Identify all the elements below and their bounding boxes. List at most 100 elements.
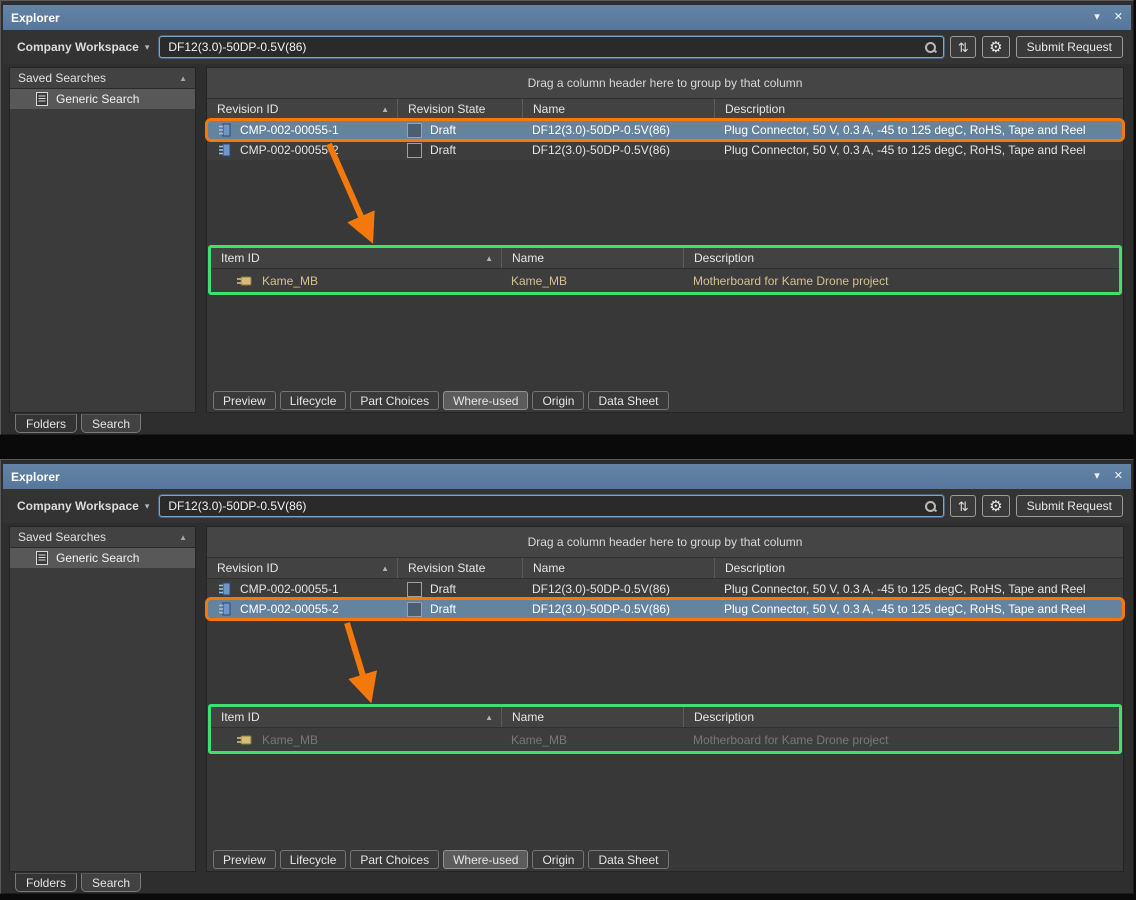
column-header-name[interactable]: Name [522, 99, 714, 119]
submit-request-button[interactable]: Submit Request [1016, 495, 1123, 517]
tab-where-used[interactable]: Where-used [443, 850, 528, 869]
collapse-icon[interactable]: ▲ [179, 74, 187, 83]
saved-searches-header[interactable]: Saved Searches ▲ [10, 527, 195, 548]
tab-folders[interactable]: Folders [15, 873, 77, 892]
column-header-revision-id[interactable]: Revision ID▲ [207, 558, 397, 578]
where-used-row[interactable]: Kame_MB Kame_MB Motherboard for Kame Dro… [211, 269, 1119, 292]
checkbox[interactable] [407, 582, 422, 597]
close-icon[interactable]: ✕ [1114, 471, 1123, 482]
search-input[interactable] [168, 40, 924, 54]
tab-lifecycle[interactable]: Lifecycle [280, 850, 347, 869]
search-icon[interactable] [924, 500, 937, 513]
chevron-down-icon[interactable]: ▾ [145, 42, 150, 53]
column-header-name[interactable]: Name [522, 558, 714, 578]
where-used-table: Item ID▲ Name Description Kame_MB Kame_M… [208, 704, 1122, 754]
sort-asc-icon: ▲ [485, 713, 493, 722]
tab-origin[interactable]: Origin [532, 850, 584, 869]
panel-title: Explorer [11, 470, 60, 484]
saved-searches-header[interactable]: Saved Searches ▲ [10, 68, 195, 89]
tab-preview[interactable]: Preview [213, 391, 276, 410]
component-icon [219, 143, 232, 157]
component-icon [219, 602, 232, 616]
tab-origin[interactable]: Origin [532, 391, 584, 410]
checkbox[interactable] [407, 123, 422, 138]
tab-data-sheet[interactable]: Data Sheet [588, 391, 668, 410]
group-by-bar[interactable]: Drag a column header here to group by th… [207, 527, 1123, 558]
board-icon [237, 275, 252, 287]
component-icon [219, 582, 232, 596]
sidebar-tabs: Folders Search [15, 873, 141, 892]
sync-icon: ⇅ [958, 41, 969, 54]
sidebar-tabs: Folders Search [15, 414, 141, 433]
toolbar: Company Workspace ▾ ⇅ ⚙ Submit Request [3, 30, 1131, 64]
document-icon [36, 92, 48, 106]
gear-icon: ⚙ [989, 40, 1002, 55]
revision-row-selected[interactable]: CMP-002-00055-2 Draft DF12(3.0)-50DP-0.5… [207, 599, 1123, 619]
submit-request-button[interactable]: Submit Request [1016, 36, 1123, 58]
gear-icon: ⚙ [989, 499, 1002, 514]
search-box[interactable] [159, 495, 944, 517]
column-header-name[interactable]: Name [501, 248, 683, 268]
panel-titlebar[interactable]: Explorer ▾ ✕ [3, 5, 1131, 30]
panel-menu-icon[interactable]: ▾ [1094, 471, 1100, 482]
revisions-header: Revision ID▲ Revision State Name Descrip… [207, 558, 1123, 579]
search-box[interactable] [159, 36, 944, 58]
tab-part-choices[interactable]: Part Choices [350, 850, 439, 869]
explorer-panel-top: Explorer ▾ ✕ Company Workspace ▾ ⇅ ⚙ Sub… [0, 0, 1134, 435]
tab-search[interactable]: Search [81, 873, 141, 892]
detail-tabs: Preview Lifecycle Part Choices Where-use… [213, 391, 669, 410]
refresh-button[interactable]: ⇅ [950, 495, 976, 517]
column-header-description[interactable]: Description [714, 99, 1123, 119]
column-header-description[interactable]: Description [683, 248, 1119, 268]
sort-asc-icon: ▲ [381, 105, 389, 114]
search-results-area: Drag a column header here to group by th… [206, 67, 1124, 413]
panel-menu-icon[interactable]: ▾ [1094, 12, 1100, 23]
revisions-header: Revision ID▲ Revision State Name Descrip… [207, 99, 1123, 120]
saved-searches-sidebar: Saved Searches ▲ Generic Search [9, 526, 196, 872]
column-header-name[interactable]: Name [501, 707, 683, 727]
tab-part-choices[interactable]: Part Choices [350, 391, 439, 410]
checkbox[interactable] [407, 602, 422, 617]
refresh-button[interactable]: ⇅ [950, 36, 976, 58]
column-header-item-id[interactable]: Item ID▲ [211, 707, 501, 727]
tab-where-used[interactable]: Where-used [443, 391, 528, 410]
revision-row[interactable]: CMP-002-00055-1 Draft DF12(3.0)-50DP-0.5… [207, 579, 1123, 599]
sidebar-item-generic-search[interactable]: Generic Search [10, 548, 195, 568]
column-header-description[interactable]: Description [714, 558, 1123, 578]
collapse-icon[interactable]: ▲ [179, 533, 187, 542]
detail-tabs: Preview Lifecycle Part Choices Where-use… [213, 850, 669, 869]
tab-search[interactable]: Search [81, 414, 141, 433]
column-header-revision-state[interactable]: Revision State [397, 558, 522, 578]
tab-data-sheet[interactable]: Data Sheet [588, 850, 668, 869]
saved-searches-sidebar: Saved Searches ▲ Generic Search [9, 67, 196, 413]
group-by-bar[interactable]: Drag a column header here to group by th… [207, 68, 1123, 99]
where-used-row[interactable]: Kame_MB Kame_MB Motherboard for Kame Dro… [211, 728, 1119, 751]
revision-row-selected[interactable]: CMP-002-00055-1 Draft DF12(3.0)-50DP-0.5… [207, 120, 1123, 140]
panel-titlebar[interactable]: Explorer ▾ ✕ [3, 464, 1131, 489]
column-header-revision-state[interactable]: Revision State [397, 99, 522, 119]
close-icon[interactable]: ✕ [1114, 12, 1123, 23]
workspace-dropdown[interactable]: Company Workspace [17, 499, 139, 513]
settings-button[interactable]: ⚙ [982, 36, 1009, 58]
column-header-description[interactable]: Description [683, 707, 1119, 727]
component-icon [219, 123, 232, 137]
revision-row[interactable]: CMP-002-00055-2 Draft DF12(3.0)-50DP-0.5… [207, 140, 1123, 160]
sort-asc-icon: ▲ [485, 254, 493, 263]
checkbox[interactable] [407, 143, 422, 158]
column-header-item-id[interactable]: Item ID▲ [211, 248, 501, 268]
tab-lifecycle[interactable]: Lifecycle [280, 391, 347, 410]
search-results-area: Drag a column header here to group by th… [206, 526, 1124, 872]
search-icon[interactable] [924, 41, 937, 54]
column-header-revision-id[interactable]: Revision ID▲ [207, 99, 397, 119]
explorer-panel-bottom: Explorer ▾ ✕ Company Workspace ▾ ⇅ ⚙ Sub… [0, 459, 1134, 894]
search-input[interactable] [168, 499, 924, 513]
where-used-table: Item ID▲ Name Description Kame_MB Kame_M… [208, 245, 1122, 295]
sidebar-item-generic-search[interactable]: Generic Search [10, 89, 195, 109]
tab-preview[interactable]: Preview [213, 850, 276, 869]
where-used-header: Item ID▲ Name Description [211, 248, 1119, 269]
panel-title: Explorer [11, 11, 60, 25]
workspace-dropdown[interactable]: Company Workspace [17, 40, 139, 54]
tab-folders[interactable]: Folders [15, 414, 77, 433]
chevron-down-icon[interactable]: ▾ [145, 501, 150, 512]
settings-button[interactable]: ⚙ [982, 495, 1009, 517]
